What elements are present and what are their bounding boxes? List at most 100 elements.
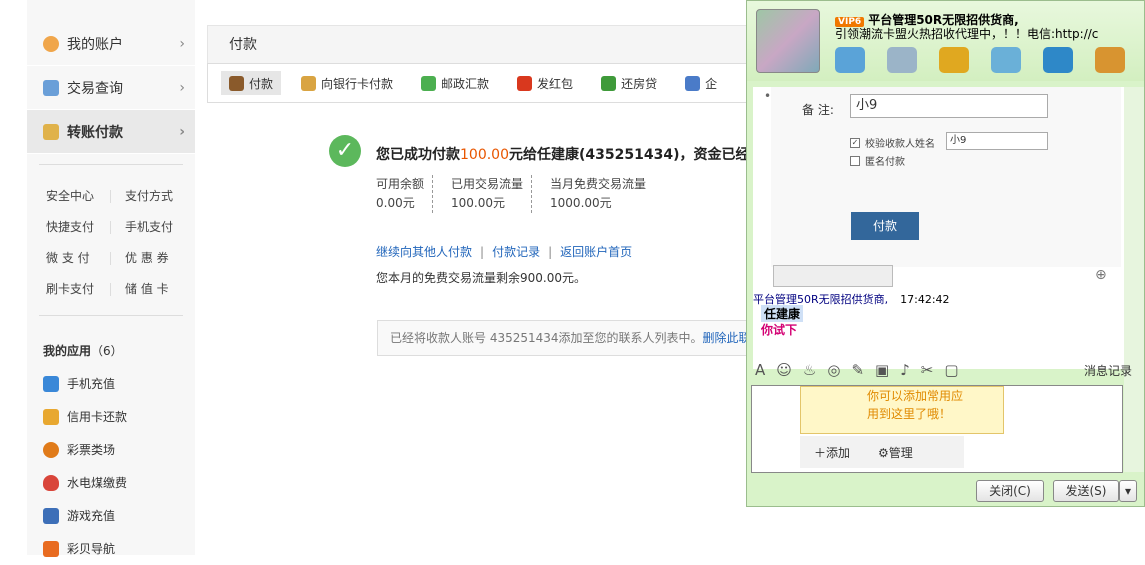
chat-header: VIP6 平台管理50R无限招供货商, 引领潮流卡盟火热招收代理中，！！电信:ht… <box>747 1 1144 81</box>
link-pay-records[interactable]: 付款记录 <box>492 245 540 259</box>
main-content: 付款 付款 向银行卡付款 邮政汇款 发红包 还房贷 企 ✓ 您已成功付款100.… <box>207 25 777 356</box>
camera-icon[interactable] <box>835 47 865 73</box>
close-button[interactable]: 关闭(C) <box>976 480 1044 502</box>
send-button[interactable]: 发送(S) <box>1053 480 1119 502</box>
screenshot-icon[interactable]: ✂ <box>921 361 934 379</box>
link-card-pay[interactable]: 刷卡支付 <box>27 283 111 296</box>
app-label: 信用卡还款 <box>67 410 128 424</box>
nav-transfer-pay[interactable]: 转账付款 › <box>27 110 195 154</box>
image-icon[interactable]: ▣ <box>875 361 889 379</box>
link-coupons[interactable]: 优 惠 券 <box>111 252 195 265</box>
shake-icon[interactable]: ◎ <box>827 361 840 379</box>
tab-mortgage[interactable]: 还房贷 <box>593 71 665 95</box>
message-input[interactable]: 你可以添加常用应 用到这里了哦！ ＋添加 ⚙管理 <box>751 385 1123 473</box>
message-records-button[interactable]: 消息记录 <box>1084 362 1132 379</box>
app-utilities[interactable]: 水电煤缴费 <box>27 466 195 499</box>
link-mobile-pay[interactable]: 手机支付 <box>111 221 195 234</box>
phone-topup-icon <box>43 375 59 392</box>
tip-add-button[interactable]: ＋添加 <box>814 444 864 461</box>
app-caibei[interactable]: 彩贝导航 <box>27 532 195 565</box>
send-options-chevron-icon[interactable]: ▾ <box>1119 480 1137 502</box>
embedded-pay-form: 备 注: 小9 ✓ 校验收款人姓名 小9 匿名付款 付款 <box>771 87 1121 267</box>
file-transfer-icon[interactable] <box>939 47 969 73</box>
lottery-icon <box>43 441 59 458</box>
credit-card-icon <box>43 408 59 425</box>
font-icon[interactable]: A <box>755 361 765 379</box>
tab-red-packet[interactable]: 发红包 <box>509 71 581 95</box>
chevron-right-icon: › <box>179 79 185 96</box>
tab-label: 企 <box>705 76 718 91</box>
red-packet-icon <box>517 75 533 91</box>
tip-manage-button[interactable]: ⚙管理 <box>878 444 927 461</box>
nav-my-account[interactable]: 我的账户 › <box>27 22 195 66</box>
bank-card-icon <box>301 75 317 91</box>
link-quick-pay[interactable]: 快捷支付 <box>27 221 111 234</box>
divider <box>39 164 183 165</box>
anonymous-checkbox[interactable]: 匿名付款 <box>850 153 905 168</box>
balance-stats: 可用余额 0.00元 已用交易流量 100.00元 当月免费交易流量 1000.00元 <box>376 175 672 213</box>
document-icon <box>43 79 59 96</box>
tab-postal[interactable]: 邮政汇款 <box>413 71 497 95</box>
stat-available-balance: 可用余额 0.00元 <box>376 175 434 213</box>
divider <box>39 315 183 316</box>
more-apps-icon[interactable]: ▢ <box>944 361 958 379</box>
app-box-icon[interactable] <box>1095 47 1125 73</box>
verify-name-checkbox[interactable]: ✓ 校验收款人姓名 <box>850 135 935 150</box>
app-tip: 你可以添加常用应 用到这里了哦！ <box>800 386 1004 434</box>
link-back-home[interactable]: 返回账户首页 <box>560 245 632 259</box>
magic-emoji-icon[interactable]: ♨ <box>803 361 816 379</box>
stat-used-traffic: 已用交易流量 100.00元 <box>451 175 533 213</box>
nav-transfer-pay-label: 转账付款 <box>67 124 123 141</box>
chat-window: VIP6 平台管理50R无限招供货商, 引领潮流卡盟火热招收代理中，！！电信:ht… <box>746 0 1145 507</box>
music-icon[interactable]: ♪ <box>900 361 910 379</box>
app-game-topup[interactable]: 游戏充值 <box>27 499 195 532</box>
app-label: 水电煤缴费 <box>67 476 128 490</box>
enterprise-icon <box>685 75 701 91</box>
tab-pay[interactable]: 付款 <box>221 71 282 95</box>
remark-input[interactable]: 小9 <box>850 94 1048 118</box>
contact-signature: 引领潮流卡盟火热招收代理中，！！电信:http://c <box>835 27 1099 41</box>
app-phone-topup[interactable]: 手机充值 <box>27 367 195 400</box>
success-message: 您已成功付款100.00元给任建康(435251434)，资金已经 <box>376 147 750 163</box>
tip-actions: ＋添加 ⚙管理 <box>800 436 964 468</box>
remote-desktop-icon[interactable] <box>1043 47 1073 73</box>
paid-amount: 100.00 <box>460 147 509 163</box>
app-label: 彩票类场 <box>67 443 116 457</box>
sidebar: 我的账户 › 交易查询 › 转账付款 › 安全中心 支付方式 快捷支付 手机支付… <box>27 0 195 557</box>
check-icon: ✓ <box>329 135 361 167</box>
emoji-icon[interactable]: ☺ <box>776 361 792 379</box>
postal-icon <box>421 75 437 91</box>
link-security-center[interactable]: 安全中心 <box>27 190 111 203</box>
user-icon <box>43 35 59 52</box>
verify-name-input[interactable]: 小9 <box>946 132 1048 150</box>
tab-label: 还房贷 <box>621 76 658 91</box>
transfer-icon <box>43 123 59 140</box>
link-micro-pay[interactable]: 微 支 付 <box>27 252 111 265</box>
link-pay-others[interactable]: 继续向其他人付款 <box>376 245 472 259</box>
gamepad-icon <box>43 507 59 524</box>
nav-my-account-label: 我的账户 <box>67 36 123 53</box>
chevron-right-icon: › <box>179 123 185 140</box>
action-links: 继续向其他人付款 | 付款记录 | 返回账户首页 <box>376 245 633 259</box>
stat-free-traffic: 当月免费交易流量 1000.00元 <box>550 177 647 210</box>
contact-added-note: 已经将收款人账号 435251434添加至您的联系人列表中。删除此联系 <box>377 320 777 356</box>
chat-tools <box>835 47 1145 73</box>
app-credit-card[interactable]: 信用卡还款 <box>27 400 195 433</box>
avatar[interactable] <box>756 9 820 73</box>
sms-icon[interactable] <box>991 47 1021 73</box>
remark-label: 备 注: <box>802 103 834 117</box>
pay-button[interactable]: 付款 <box>851 212 919 240</box>
link-stored-value-card[interactable]: 储 值 卡 <box>111 283 195 296</box>
zoom-icon[interactable]: ⊕ <box>1095 267 1107 283</box>
scrollbar[interactable] <box>1124 87 1144 472</box>
message-line: 任建康 <box>761 305 804 322</box>
app-label: 游戏充值 <box>67 509 116 523</box>
microphone-icon[interactable] <box>887 47 917 73</box>
tab-bank-card[interactable]: 向银行卡付款 <box>293 71 401 95</box>
nav-transaction-query[interactable]: 交易查询 › <box>27 66 195 110</box>
tab-enterprise[interactable]: 企 <box>677 71 725 95</box>
doodle-icon[interactable]: ✎ <box>851 361 864 379</box>
app-lottery[interactable]: 彩票类场 <box>27 433 195 466</box>
emoticon-bar[interactable] <box>773 265 893 287</box>
link-payment-methods[interactable]: 支付方式 <box>111 190 195 203</box>
